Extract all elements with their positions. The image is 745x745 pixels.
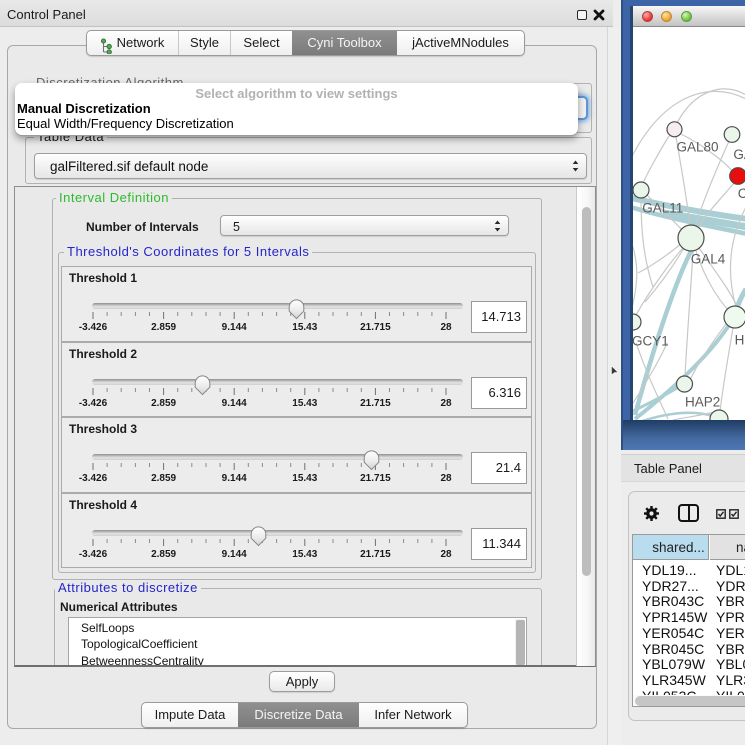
svg-text:GAL80: GAL80	[677, 140, 719, 155]
svg-text:C: C	[738, 186, 745, 201]
svg-text:GCY1: GCY1	[633, 334, 669, 349]
svg-text:GAL11: GAL11	[642, 200, 683, 215]
svg-text:GA: GA	[733, 147, 745, 162]
svg-text:GAL4: GAL4	[691, 251, 726, 266]
svg-text:HAP2: HAP2	[685, 395, 720, 410]
svg-text:H: H	[735, 333, 745, 348]
